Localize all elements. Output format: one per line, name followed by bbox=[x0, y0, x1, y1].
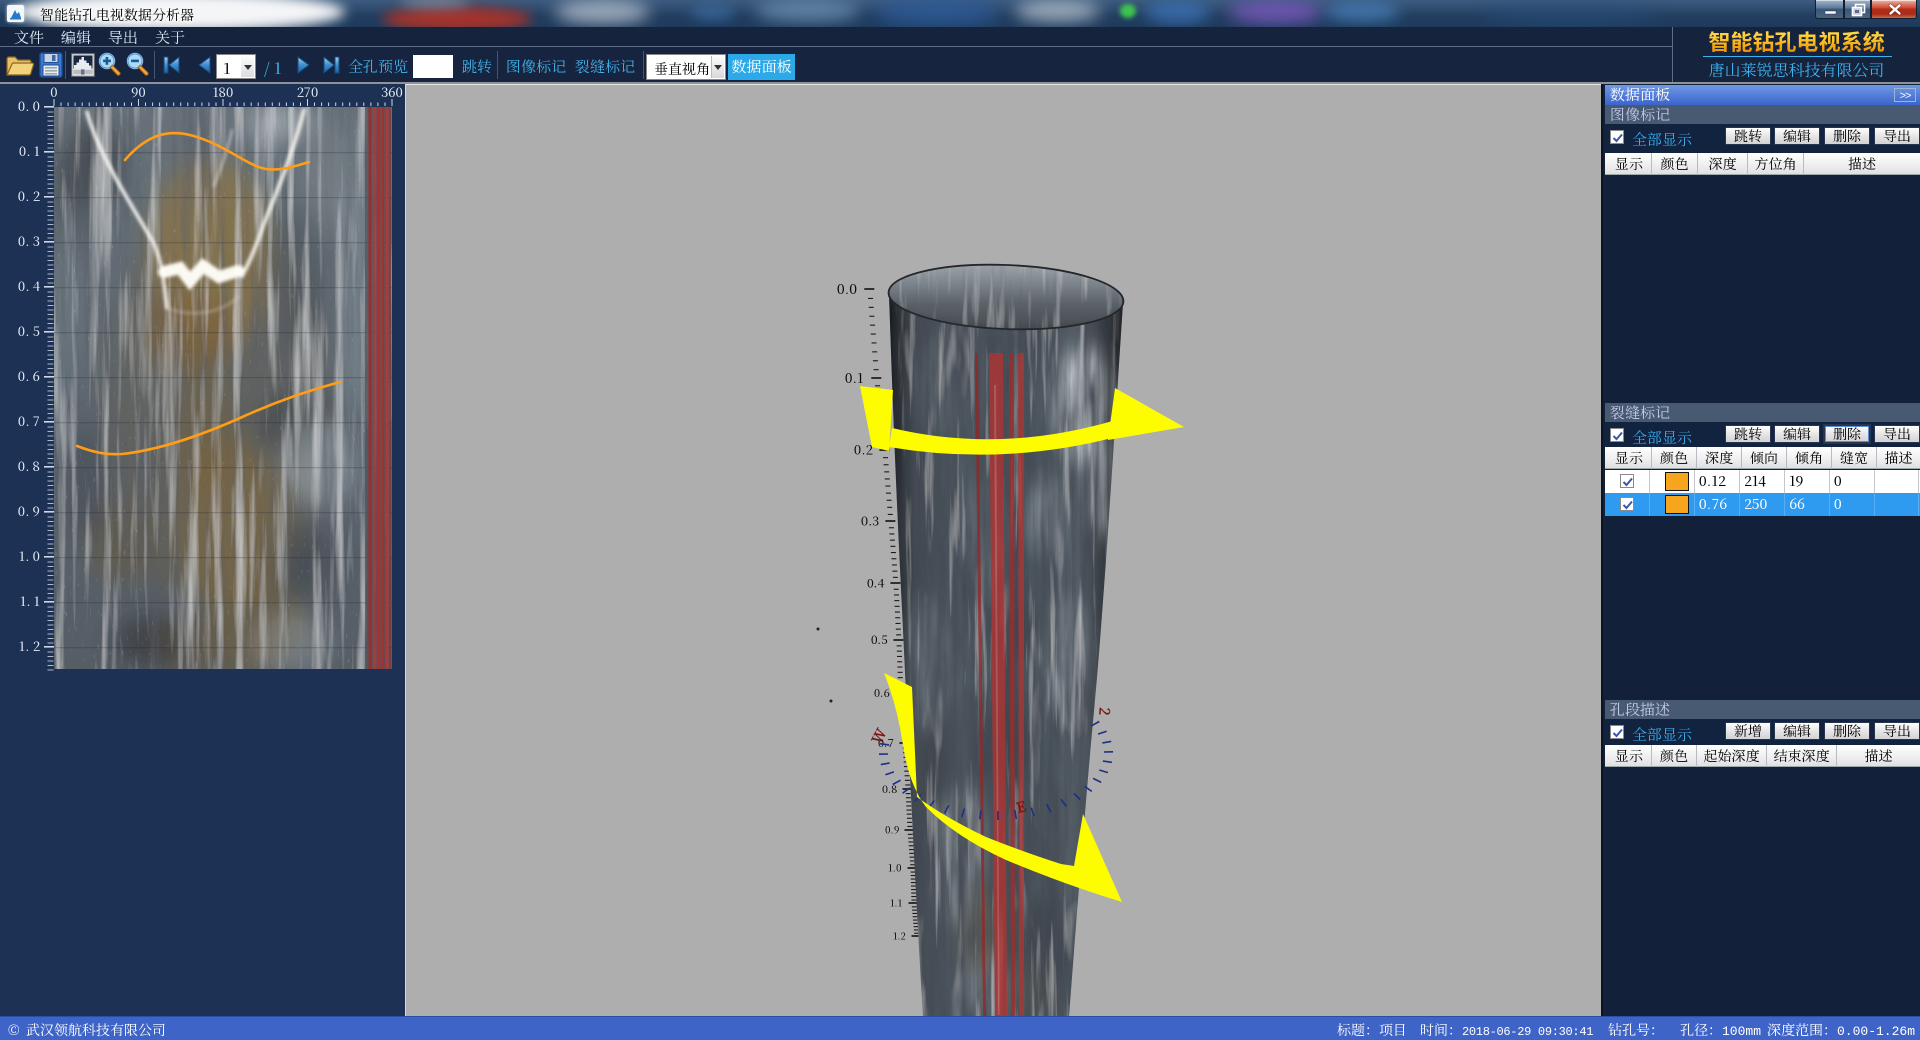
svg-text:0.1: 0.1 bbox=[845, 367, 863, 387]
svg-text:360: 360 bbox=[381, 84, 403, 101]
svg-text:180: 180 bbox=[213, 84, 234, 101]
svg-text:1.0: 1.0 bbox=[888, 860, 902, 875]
svg-text:0.6: 0.6 bbox=[874, 685, 890, 701]
svg-text:0.2: 0.2 bbox=[854, 440, 873, 459]
svg-text:0.5: 0.5 bbox=[871, 632, 888, 648]
svg-text:1.1: 1.1 bbox=[890, 895, 903, 909]
svg-text:0. 5: 0. 5 bbox=[18, 321, 41, 340]
svg-text:0: 0 bbox=[50, 84, 58, 101]
svg-text:0. 8: 0. 8 bbox=[18, 456, 41, 475]
svg-text:0. 2: 0. 2 bbox=[18, 186, 41, 205]
svg-text:0. 9: 0. 9 bbox=[18, 501, 41, 520]
svg-text:1. 1: 1. 1 bbox=[20, 591, 40, 610]
svg-text:0.3: 0.3 bbox=[861, 512, 879, 530]
svg-text:270: 270 bbox=[297, 84, 319, 101]
svg-text:0.4: 0.4 bbox=[867, 574, 885, 591]
svg-text:0. 3: 0. 3 bbox=[18, 231, 40, 250]
svg-text:1. 2: 1. 2 bbox=[19, 636, 41, 655]
svg-text:0. 4: 0. 4 bbox=[18, 276, 41, 295]
svg-text:2: 2 bbox=[1094, 707, 1115, 717]
svg-text:0. 6: 0. 6 bbox=[18, 366, 41, 385]
svg-text:0. 7: 0. 7 bbox=[18, 411, 40, 430]
svg-text:1.2: 1.2 bbox=[893, 928, 907, 942]
svg-text:0. 1: 0. 1 bbox=[19, 141, 40, 160]
svg-text:1. 0: 1. 0 bbox=[19, 546, 41, 565]
svg-text:90: 90 bbox=[131, 84, 146, 101]
svg-text:0. 0: 0. 0 bbox=[18, 96, 41, 115]
svg-text:0.9: 0.9 bbox=[885, 822, 899, 837]
svg-text:0.0: 0.0 bbox=[837, 279, 857, 299]
